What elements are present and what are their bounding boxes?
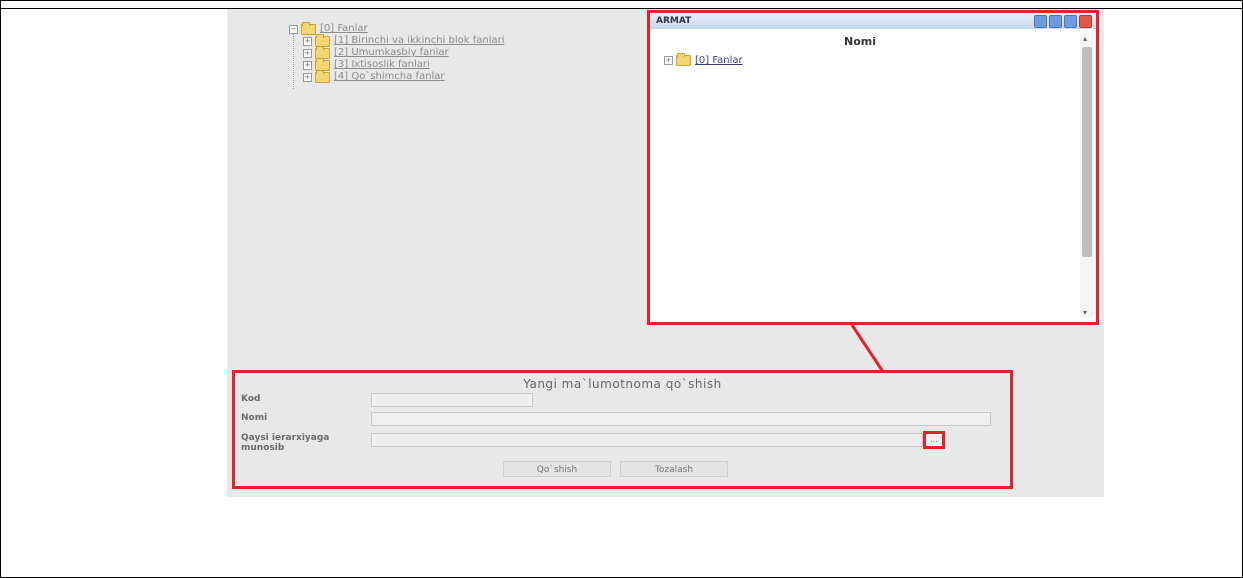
parent-input[interactable] [371, 433, 923, 447]
nomi-label: Nomi [241, 413, 268, 423]
nomi-input[interactable] [371, 412, 991, 426]
add-button[interactable]: Qo`shish [503, 461, 611, 477]
parent-picker-button[interactable]: ... [923, 431, 945, 449]
callout-connector [850, 324, 935, 448]
kod-label: Kod [241, 394, 261, 404]
parent-label: Qaysi ierarxiyaga munosib [241, 433, 330, 453]
clear-button[interactable]: Tozalash [620, 461, 728, 477]
kod-input[interactable] [371, 393, 533, 407]
new-entry-form: Yangi ma`lumotnoma qo`shish Kod Nomi Qay… [232, 370, 1013, 489]
form-title: Yangi ma`lumotnoma qo`shish [523, 377, 722, 391]
